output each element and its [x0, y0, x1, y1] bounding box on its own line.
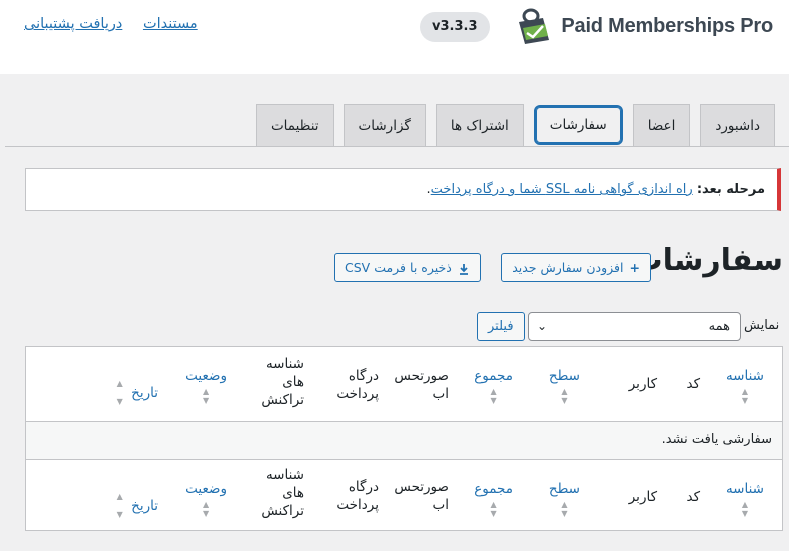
col-level[interactable]: سطح ▲ ▼: [549, 480, 580, 518]
col-gateway-line2: پرداخت: [336, 497, 379, 513]
col-id-label: شناسه: [725, 481, 764, 497]
sort-icon: ▲ ▼: [490, 500, 497, 518]
col-user: کاربر: [628, 489, 657, 505]
col-invoice-line1: صورتحس: [394, 368, 449, 384]
empty-message-row: سفارشی یافت نشد.: [26, 422, 782, 459]
col-invoice-line2: اب: [432, 386, 449, 402]
col-invoice-line1: صورتحس: [394, 479, 449, 495]
filter-button[interactable]: فیلتر: [477, 312, 525, 341]
col-date-label: تاریخ: [131, 385, 158, 401]
col-txn-line1: شناسه: [265, 467, 304, 483]
col-user: کاربر: [628, 376, 657, 392]
sort-icon: ▲ ▼: [561, 500, 568, 518]
ssl-setup-link[interactable]: راه اندازی گواهی نامه SSL شما و درگاه پر…: [431, 182, 693, 197]
col-txn-line1: شناسه: [265, 356, 304, 372]
col-code: کد: [686, 376, 700, 392]
col-id[interactable]: شناسه ▲ ▼: [726, 480, 764, 518]
col-total[interactable]: مجموع ▲ ▼: [474, 367, 513, 405]
nav-tabs: داشبورد اعضا سفارشات اشتراک ها گزارشات ت…: [255, 104, 775, 147]
docs-link[interactable]: مستندات: [143, 16, 198, 32]
version-badge: v3.3.3: [420, 12, 490, 42]
col-level[interactable]: سطح ▲ ▼: [549, 367, 580, 405]
filter-select-value: همه: [708, 319, 730, 334]
tabs-divider: [5, 146, 789, 147]
add-order-label: افزودن سفارش جدید: [512, 260, 624, 275]
plus-icon: +: [629, 260, 640, 275]
download-icon: [459, 263, 468, 275]
support-link[interactable]: دریافت پشتیبانی: [24, 16, 122, 32]
col-gateway: درگاه پرداخت: [336, 478, 379, 514]
col-date-label: تاریخ: [131, 498, 158, 514]
next-step-notice: مرحله بعد: راه اندازی گواهی نامه SSL شما…: [25, 168, 781, 211]
col-gateway-line2: پرداخت: [336, 386, 379, 402]
col-status[interactable]: وضعیت ▲ ▼: [185, 367, 227, 405]
col-id-label: شناسه: [725, 368, 764, 384]
sort-icon: ▲ ▼: [741, 500, 749, 518]
col-level-label: سطح: [548, 481, 580, 497]
add-order-button[interactable]: + افزودن سفارش جدید: [501, 253, 651, 282]
table-header-row: شناسه ▲ ▼ کد کاربر سطح ▲ ▼ مجموع ▲ ▼ صورتحس…: [26, 347, 782, 422]
sort-icon: ▲ ▼: [203, 387, 210, 405]
col-txn-line3: تراکنش: [261, 503, 304, 519]
tab-subscriptions[interactable]: اشتراک ها: [435, 104, 524, 147]
col-status[interactable]: وضعیت ▲ ▼: [185, 480, 227, 518]
col-txn-line3: تراکنش: [261, 392, 304, 408]
page-title: سفارشات: [632, 243, 783, 278]
col-level-label: سطح: [548, 368, 580, 384]
filter-select[interactable]: همه ⌄: [528, 312, 741, 341]
sort-icon: ▲ ▼: [116, 492, 123, 519]
tab-members[interactable]: اعضا: [632, 104, 691, 147]
brand[interactable]: Paid Memberships Pro: [515, 6, 773, 46]
top-links: مستندات دریافت پشتیبانی: [24, 16, 198, 32]
col-total-label: مجموع: [474, 481, 513, 497]
brand-name: Paid Memberships Pro: [561, 14, 773, 37]
col-status-label: وضعیت: [185, 481, 227, 497]
col-id[interactable]: شناسه ▲ ▼: [726, 367, 764, 405]
col-txn-line2: های: [282, 374, 304, 390]
sort-icon: ▲ ▼: [490, 387, 497, 405]
col-transaction: شناسه های تراکنش: [261, 355, 304, 409]
tab-settings[interactable]: تنظیمات: [255, 104, 334, 147]
tab-reports[interactable]: گزارشات: [343, 104, 426, 147]
col-gateway: درگاه پرداخت: [336, 367, 379, 403]
tab-orders[interactable]: سفارشات: [533, 105, 623, 145]
col-gateway-line1: درگاه: [348, 368, 379, 384]
col-date[interactable]: تاریخ ▲ ▼: [117, 488, 158, 524]
export-csv-button[interactable]: ذخیره با فرمت CSV: [334, 253, 481, 282]
col-invoice: صورتحس اب: [394, 367, 449, 403]
notice-label: مرحله بعد:: [696, 182, 765, 197]
col-total[interactable]: مجموع ▲ ▼: [474, 480, 513, 518]
col-date[interactable]: تاریخ ▲ ▼: [117, 375, 158, 411]
col-invoice: صورتحس اب: [394, 478, 449, 514]
top-header: Paid Memberships Pro v3.3.3 مستندات دریا…: [0, 0, 789, 74]
sort-icon: ▲ ▼: [741, 387, 749, 405]
table-footer-row: شناسه ▲ ▼ کد کاربر سطح ▲ ▼ مجموع ▲ ▼ صورتحس…: [26, 459, 782, 531]
col-code: کد: [686, 489, 700, 505]
filter-label: نمایش: [744, 318, 780, 333]
col-invoice-line2: اب: [432, 497, 449, 513]
col-total-label: مجموع: [474, 368, 513, 384]
chevron-down-icon: ⌄: [537, 319, 548, 333]
tab-dashboard[interactable]: داشبورد: [700, 104, 775, 147]
sort-icon: ▲ ▼: [203, 500, 210, 518]
col-transaction: شناسه های تراکنش: [261, 466, 304, 520]
col-status-label: وضعیت: [185, 368, 227, 384]
pmpro-logo-icon: [519, 8, 550, 44]
sort-icon: ▲ ▼: [116, 379, 123, 406]
export-csv-label: ذخیره با فرمت CSV: [345, 260, 452, 275]
orders-table: شناسه ▲ ▼ کد کاربر سطح ▲ ▼ مجموع ▲ ▼ صورتحس…: [25, 346, 783, 531]
col-txn-line2: های: [282, 485, 304, 501]
sort-icon: ▲ ▼: [561, 387, 568, 405]
col-gateway-line1: درگاه: [348, 479, 379, 495]
